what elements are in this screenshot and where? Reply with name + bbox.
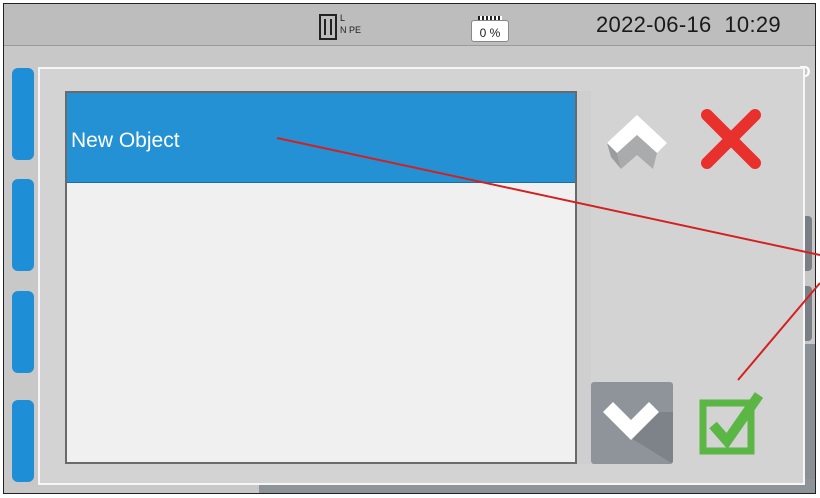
side-tab-3 bbox=[12, 291, 34, 373]
chevron-down-icon bbox=[603, 402, 673, 464]
object-select-dialog: New Object bbox=[38, 67, 805, 485]
status-bar: L N PE 0 % 2022-06-16 10:29 bbox=[4, 4, 815, 46]
device-screen: L N PE 0 % 2022-06-16 10:29 D 0 New Obje… bbox=[3, 3, 816, 494]
cancel-button[interactable] bbox=[697, 105, 765, 173]
list-scrollbar[interactable] bbox=[577, 91, 591, 464]
side-tab-1 bbox=[12, 68, 34, 160]
side-tab-2 bbox=[12, 179, 34, 271]
datetime: 2022-06-16 10:29 bbox=[596, 12, 781, 38]
time: 10:29 bbox=[724, 12, 781, 37]
list-item-label: New Object bbox=[71, 129, 180, 152]
battery-indicator: 0 % bbox=[471, 20, 509, 42]
connection-label-bottom: N PE bbox=[340, 25, 362, 35]
close-icon bbox=[701, 109, 761, 169]
connection-icon bbox=[319, 14, 337, 40]
side-tab-4 bbox=[12, 400, 34, 482]
object-list[interactable]: New Object bbox=[65, 91, 577, 464]
chevron-up-icon bbox=[607, 115, 667, 169]
connection-label-top: L bbox=[340, 13, 346, 23]
confirm-button[interactable] bbox=[699, 389, 765, 455]
scroll-down-button[interactable] bbox=[591, 382, 673, 464]
check-icon bbox=[699, 392, 764, 455]
date: 2022-06-16 bbox=[596, 12, 712, 37]
scroll-up-button[interactable] bbox=[603, 109, 671, 175]
list-item-selected[interactable]: New Object bbox=[67, 93, 575, 183]
